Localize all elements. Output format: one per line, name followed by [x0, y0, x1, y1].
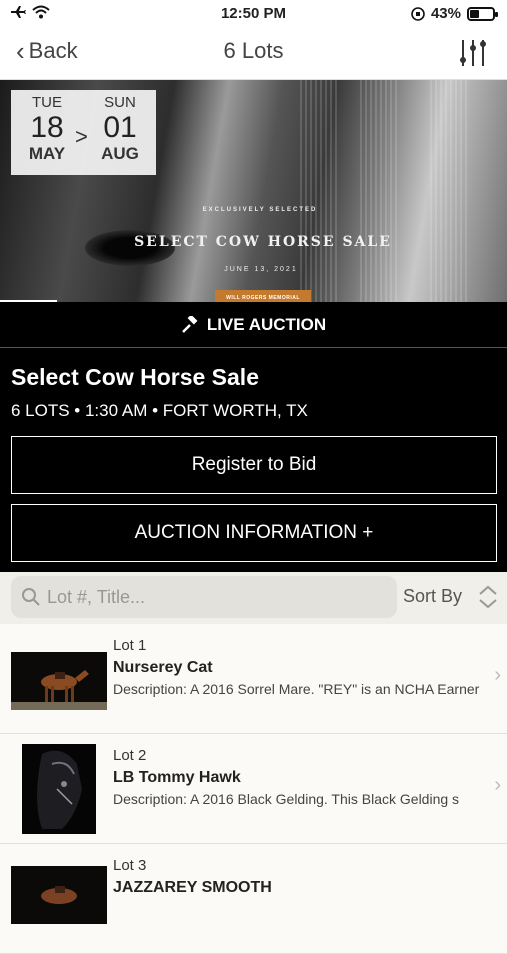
- live-auction-banner: LIVE AUCTION: [0, 302, 507, 348]
- banner-tagline: EXCLUSIVELY SELECTED: [202, 207, 318, 213]
- auction-details: 6 LOTS • 1:30 AM • FORT WORTH, TX: [11, 401, 308, 420]
- lot-search-field[interactable]: Lot #, Title...: [11, 576, 397, 618]
- lot-title: Nurserey Cat: [113, 659, 213, 676]
- sort-chevrons-icon[interactable]: [477, 584, 499, 610]
- chevron-right-icon: ›: [494, 774, 501, 796]
- lot-description: Description: A 2016 Sorrel Mare. "REY" i…: [113, 681, 480, 697]
- orientation-lock-icon: [411, 6, 425, 21]
- auction-banner[interactable]: TUE 18 MAY > SUN 01 AUG EXCLUSIVELY SELE…: [0, 80, 507, 302]
- auction-panel: LIVE AUCTION Select Cow Horse Sale 6 LOT…: [0, 302, 507, 572]
- lot-title: JAZZAREY SMOOTH: [113, 879, 272, 896]
- battery-level: [470, 9, 479, 18]
- auction-name: Select Cow Horse Sale: [11, 364, 259, 390]
- battery-icon: [467, 6, 498, 21]
- lot-number: Lot 2: [113, 747, 147, 764]
- lot-title: LB Tommy Hawk: [113, 769, 241, 786]
- start-date: TUE 18 MAY: [17, 94, 77, 164]
- lot-list-item[interactable]: Lot 2 LB Tommy Hawk Description: A 2016 …: [0, 734, 507, 844]
- mane-texture: [430, 80, 470, 302]
- gavel-icon: [181, 315, 198, 333]
- banner-venue-badge: WILL ROGERS MEMORIAL CENTER: [215, 290, 311, 302]
- status-right: 43%: [411, 5, 498, 22]
- lot-thumbnail: [11, 866, 107, 924]
- auction-information-button[interactable]: AUCTION INFORMATION +: [11, 504, 497, 562]
- date-separator: >: [75, 124, 88, 149]
- banner-title: SELECT COW HORSE SALE: [134, 234, 392, 250]
- end-month: AUG: [101, 144, 139, 163]
- filter-sliders-icon[interactable]: [457, 38, 489, 68]
- lot-number: Lot 3: [113, 857, 147, 874]
- lot-number: Lot 1: [113, 637, 147, 654]
- status-bar: 12:50 PM 43%: [0, 0, 507, 28]
- banner-date: JUNE 13, 2021: [224, 266, 298, 273]
- live-auction-label: LIVE AUCTION: [206, 314, 327, 334]
- lot-description: Description: A 2016 Black Gelding. This …: [113, 791, 460, 807]
- mane-texture: [360, 80, 400, 302]
- start-dow: TUE: [32, 94, 62, 111]
- horse-image: [22, 744, 96, 834]
- sort-by-button[interactable]: Sort By: [403, 586, 462, 607]
- lot-thumbnail: [22, 744, 96, 834]
- navigation-bar: ‹ Back 6 Lots: [0, 28, 507, 80]
- start-day: 18: [30, 111, 64, 144]
- page-title: 6 Lots: [223, 38, 284, 63]
- date-range-box: TUE 18 MAY > SUN 01 AUG: [11, 90, 156, 175]
- horse-image: [11, 866, 107, 924]
- end-date: SUN 01 AUG: [90, 94, 150, 164]
- horse-image: [11, 652, 107, 710]
- lot-thumbnail: [11, 652, 107, 710]
- chevron-right-icon: ›: [494, 664, 501, 686]
- lot-list-item[interactable]: Lot 1 Nurserey Cat Description: A 2016 S…: [0, 624, 507, 734]
- search-sort-bar: Lot #, Title... Sort By: [0, 572, 507, 624]
- end-day: 01: [103, 111, 137, 144]
- search-placeholder: Lot #, Title...: [47, 586, 146, 607]
- register-to-bid-button[interactable]: Register to Bid: [11, 436, 497, 494]
- battery-percent: 43%: [430, 5, 461, 22]
- search-icon: [22, 588, 40, 606]
- lot-list-item[interactable]: Lot 3 JAZZAREY SMOOTH: [0, 844, 507, 954]
- end-dow: SUN: [104, 94, 136, 111]
- start-month: MAY: [28, 144, 66, 163]
